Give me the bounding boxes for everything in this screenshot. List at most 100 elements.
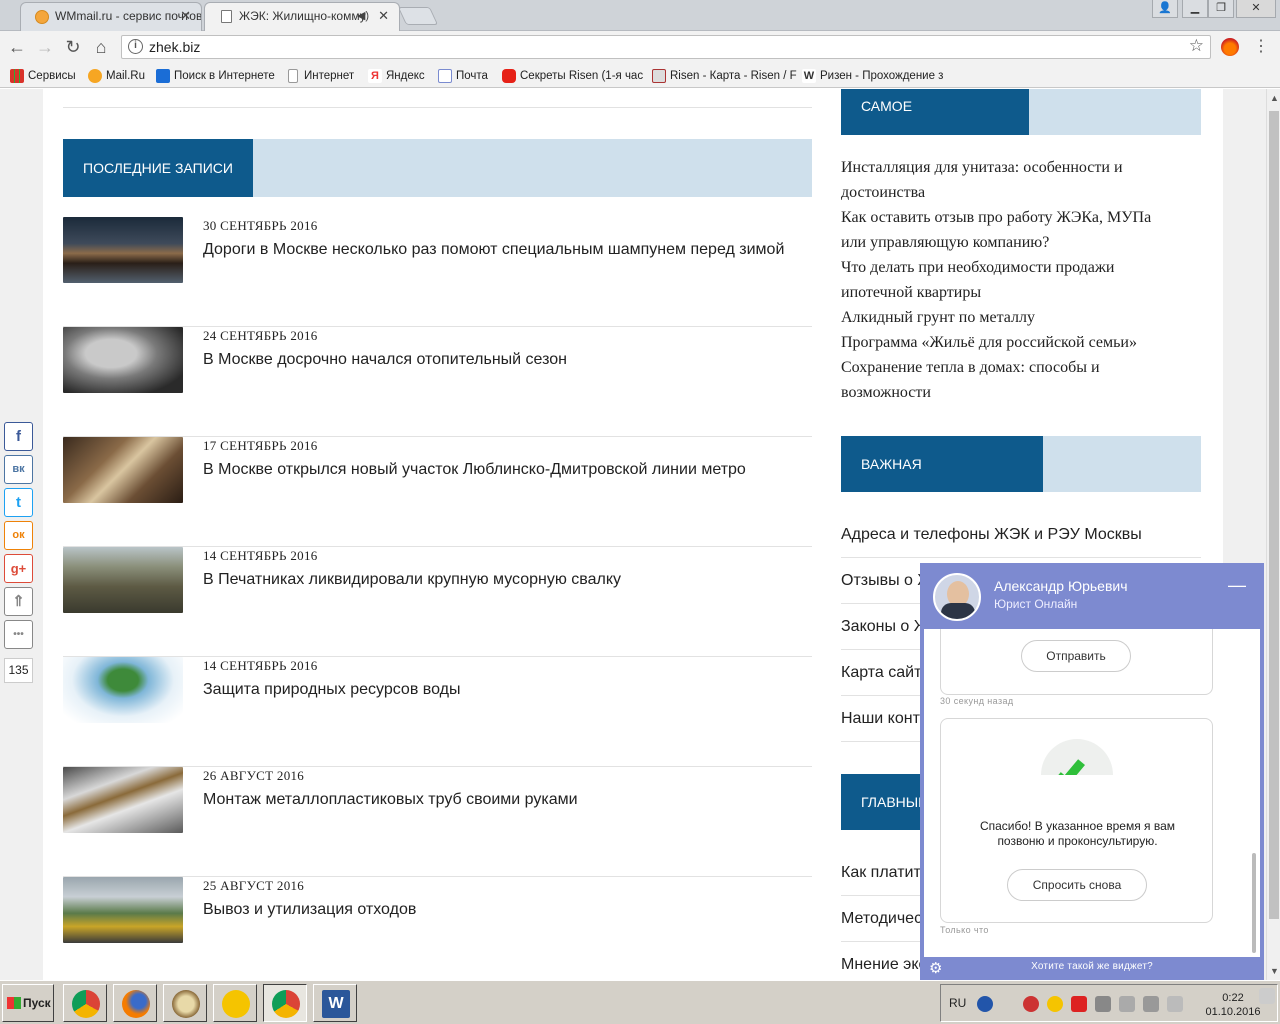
widget-promo-link[interactable]: Хотите такой же виджет? [920, 961, 1264, 972]
firefox-taskbar-icon[interactable] [113, 984, 157, 1022]
back-icon[interactable]: ← [6, 36, 28, 58]
popular-link[interactable]: Алкидный грунт по металлу [841, 305, 1171, 330]
ask-again-button[interactable]: Спросить снова [1007, 869, 1147, 901]
minimize-button[interactable]: ▁ [1182, 0, 1208, 18]
address-bar[interactable]: i zhek.biz ☆ [121, 35, 1211, 59]
post-title-link[interactable]: Монтаж металлопластиковых труб своими ру… [203, 791, 578, 809]
popular-link[interactable]: Что делать при необходимости продажи ипо… [841, 255, 1171, 305]
scroll-down-icon[interactable]: ▼ [1270, 966, 1279, 976]
popular-link[interactable]: Программа «Жильё для российской семьи» [841, 330, 1171, 355]
post-item[interactable]: 25 АВГУСТ 2016 Вывоз и утилизация отходо… [63, 877, 812, 980]
chrome-taskbar-icon[interactable] [63, 984, 107, 1022]
page-scrollbar[interactable]: ▲ ▼ [1266, 89, 1280, 980]
start-button[interactable]: Пуск [2, 984, 54, 1022]
bookmark-risen-secrets[interactable]: Секреты Risen (1-я час [500, 67, 643, 85]
post-title-link[interactable]: В Москве досрочно начался отопительный с… [203, 351, 567, 369]
bookmark-risen-walkthrough[interactable]: W Ризен - Прохождение з [800, 67, 943, 85]
scroll-up-icon[interactable]: ▲ [1270, 93, 1279, 103]
menu-icon[interactable]: ⋮ [1252, 38, 1270, 56]
post-title-link[interactable]: Дороги в Москве несколько раз помоют спе… [203, 241, 784, 259]
word-taskbar-icon[interactable]: W [313, 984, 357, 1022]
profile-icon[interactable]: 👤 [1152, 0, 1178, 18]
windows-flag-icon [7, 997, 21, 1009]
metro-tunnel-photo[interactable] [63, 437, 183, 503]
popular-link[interactable]: Как оставить отзыв про работу ЖЭКа, МУПа… [841, 205, 1171, 255]
more-share-icon[interactable]: ••• [4, 620, 33, 649]
antivirus-icon[interactable] [1023, 996, 1039, 1012]
reload-icon[interactable]: ↻ [62, 36, 84, 58]
bookmark-yandex[interactable]: Я Яндекс [366, 67, 425, 85]
share-count: 135 [4, 658, 33, 683]
facebook-icon[interactable]: f [4, 422, 33, 451]
divider [63, 107, 812, 108]
bookmark-star-icon[interactable]: ☆ [1189, 36, 1204, 56]
post-item[interactable]: 30 СЕНТЯБРЬ 2016 Дороги в Москве несколь… [63, 217, 812, 327]
w-icon: W [802, 69, 816, 83]
water-hands-photo[interactable] [63, 657, 183, 723]
network-icon[interactable] [1071, 996, 1087, 1012]
bookmark-internet[interactable]: Интернет [284, 67, 354, 85]
close-tab-icon[interactable]: ✕ [180, 3, 191, 29]
close-window-button[interactable]: ✕ [1236, 0, 1276, 18]
cat-on-radiator-photo[interactable] [63, 327, 183, 393]
volume-tray-icon[interactable] [1167, 996, 1183, 1012]
chat-header: Александр Юрьевич Юрист Онлайн — [920, 563, 1264, 629]
post-item[interactable]: 17 СЕНТЯБРЬ 2016 В Москве открылся новый… [63, 437, 812, 547]
agent-role: Юрист Онлайн [994, 597, 1078, 611]
chat-scrollbar[interactable] [1252, 853, 1256, 953]
tab-wmmail[interactable]: WMmail.ru - сервис почтов ✕ [20, 2, 202, 31]
speaker-tray-icon[interactable] [1095, 996, 1111, 1012]
security-tray-icon[interactable] [1119, 996, 1135, 1012]
post-title-link[interactable]: В Печатниках ликвидировали крупную мусор… [203, 571, 621, 589]
post-date: 24 СЕНТЯБРЬ 2016 [203, 328, 318, 343]
info-icon[interactable]: i [128, 39, 143, 54]
monitor-tray-icon[interactable] [1143, 996, 1159, 1012]
post-item[interactable]: 24 СЕНТЯБРЬ 2016 В Москве досрочно начал… [63, 327, 812, 437]
popular-link[interactable]: Сохранение тепла в домах: способы и возм… [841, 355, 1171, 405]
chrome-active-taskbar-icon[interactable] [263, 984, 307, 1022]
cyberghost-taskbar-icon[interactable] [213, 984, 257, 1022]
twitter-icon[interactable]: t [4, 488, 33, 517]
info-link[interactable]: Адреса и телефоны ЖЭК и РЭУ Москвы [841, 512, 1201, 558]
street-cleaning-photo[interactable] [63, 217, 183, 283]
bookmark-mailru[interactable]: Mail.Ru [86, 67, 145, 85]
garbage-dump-photo[interactable] [63, 547, 183, 613]
minimize-chat-icon[interactable]: — [1228, 575, 1246, 596]
scrollbar-thumb[interactable] [1269, 111, 1279, 919]
waste-warehouse-photo[interactable] [63, 877, 183, 943]
close-tab-icon[interactable]: ✕ [378, 3, 389, 29]
post-title-link[interactable]: Вывоз и утилизация отходов [203, 901, 416, 919]
restore-button[interactable]: ❐ [1208, 0, 1234, 18]
bookmark-mail[interactable]: Почта [436, 67, 488, 85]
url-text[interactable]: zhek.biz [149, 39, 200, 55]
rpg-icon [652, 69, 666, 83]
bookmark-search[interactable]: Поиск в Интернете [154, 67, 275, 85]
show-desktop-icon[interactable] [1259, 988, 1275, 1004]
googleplus-icon[interactable]: g+ [4, 554, 33, 583]
send-button[interactable]: Отправить [1021, 640, 1131, 672]
odnoklassniki-icon[interactable]: ок [4, 521, 33, 550]
scroll-top-icon[interactable]: ⇑ [4, 587, 33, 616]
new-tab-button[interactable] [397, 7, 439, 25]
post-date: 25 АВГУСТ 2016 [203, 878, 305, 893]
help-icon[interactable] [977, 996, 993, 1012]
post-title-link[interactable]: В Москве открылся новый участок Люблинск… [203, 461, 746, 479]
language-indicator[interactable]: RU [949, 996, 966, 1010]
cyberghost-tray-icon[interactable] [1047, 996, 1063, 1012]
home-icon[interactable]: ⌂ [90, 36, 112, 58]
vkontakte-icon[interactable]: вк [4, 455, 33, 484]
speaker-icon: ◀) [356, 10, 369, 22]
post-item[interactable]: 14 СЕНТЯБРЬ 2016 Защита природных ресурс… [63, 657, 812, 767]
post-item[interactable]: 14 СЕНТЯБРЬ 2016 В Печатниках ликвидиров… [63, 547, 812, 657]
pipes-photo[interactable] [63, 767, 183, 833]
post-title-link[interactable]: Защита природных ресурсов воды [203, 681, 460, 699]
mail-icon [438, 69, 452, 83]
paint-taskbar-icon[interactable] [163, 984, 207, 1022]
post-item[interactable]: 26 АВГУСТ 2016 Монтаж металлопластиковых… [63, 767, 812, 877]
bookmark-services[interactable]: Сервисы [8, 67, 76, 85]
popular-link[interactable]: Инсталляция для унитаза: особенности и д… [841, 155, 1171, 205]
forward-icon[interactable]: → [34, 36, 56, 58]
bookmark-risen-map[interactable]: Risen - Карта - Risen / F [650, 67, 797, 85]
extension-icon[interactable] [1221, 38, 1239, 56]
tab-zhek[interactable]: ЖЭК: Жилищно-комму ◀) ✕ [204, 2, 400, 31]
